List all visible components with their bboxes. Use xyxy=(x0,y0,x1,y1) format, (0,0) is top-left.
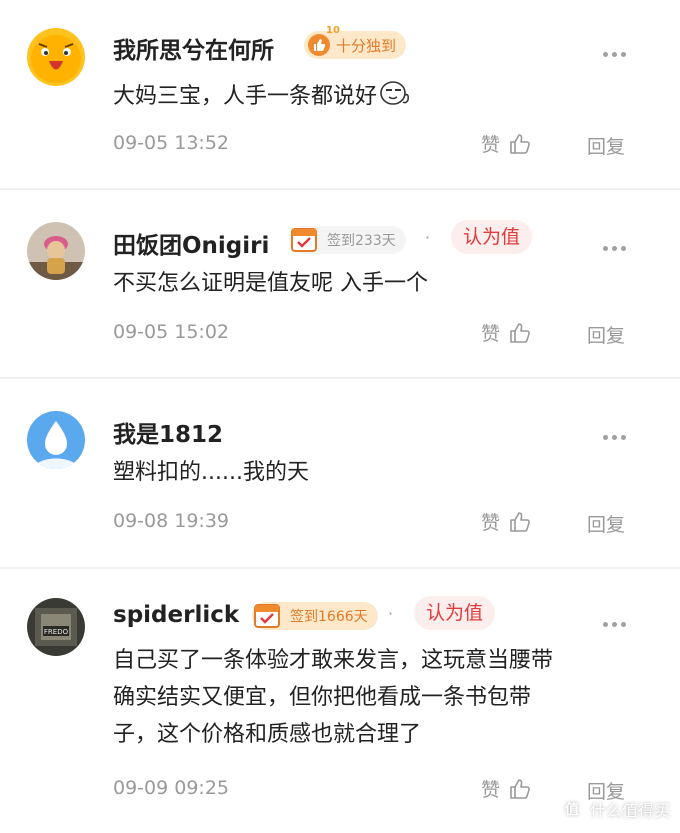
reply-button[interactable]: 回复 xyxy=(587,321,625,348)
avatar[interactable] xyxy=(27,411,85,469)
dot-separator: · xyxy=(425,228,431,247)
dot-separator: · xyxy=(388,604,394,623)
thumbs-up-icon xyxy=(510,511,530,532)
calendar-check-icon xyxy=(291,228,317,252)
username[interactable]: spiderlick xyxy=(113,602,239,628)
comment-text: 大妈三宝，人手一条都说好 xyxy=(113,78,413,115)
sign-in-badge: 签到1666天 xyxy=(252,602,378,630)
comment-text: 塑料扣的......我的天 xyxy=(113,454,309,491)
avatar[interactable] xyxy=(27,222,85,280)
comment-time: 09-09 09:25 xyxy=(113,777,230,799)
comment-line: 自己买了一条体验才敢来发言，这玩意当腰带 xyxy=(113,648,554,673)
username[interactable]: 我是1812 xyxy=(113,415,223,449)
thumbs-up-icon xyxy=(510,322,530,343)
user-photo-avatar-icon xyxy=(27,222,85,280)
thumbs-up-icon xyxy=(510,133,530,154)
comment-text: 不买怎么证明是值友呢 入手一个 xyxy=(113,265,428,302)
badge-label: 签到233天 xyxy=(327,233,396,249)
badge-number: 10 xyxy=(326,25,340,36)
user-photo-avatar-icon: FREDO xyxy=(27,598,85,656)
sign-in-badge: 签到233天 xyxy=(289,226,406,254)
site-watermark: 值 什么值得买 xyxy=(560,797,670,821)
username[interactable]: 我所思兮在何所 xyxy=(113,31,274,65)
watermark-text: 什么值得买 xyxy=(590,801,671,820)
comment-3: 我是1812 塑料扣的......我的天 09-08 19:39 赞 回复 xyxy=(0,379,680,567)
avatar[interactable]: FREDO xyxy=(27,598,85,656)
comment-4: FREDO spiderlick 签到1666天 · 认为值 自己买了一条体验才… xyxy=(0,569,680,833)
comment-line: 子，这个价格和质感也就合理了 xyxy=(113,722,422,747)
thumbs-up-icon xyxy=(510,778,530,799)
calendar-check-icon xyxy=(254,604,280,628)
like-button[interactable]: 赞 xyxy=(481,319,532,346)
reply-button[interactable]: 回复 xyxy=(587,510,625,537)
default-user-avatar-icon xyxy=(27,411,85,469)
expert-badge: 10 十分独到 xyxy=(304,25,407,59)
watermark-logo-icon: 值 xyxy=(560,797,584,821)
comment-text: 自己买了一条体验才敢来发言，这玩意当腰带 确实结实又便宜，但你把他看成一条书包带… xyxy=(113,642,553,753)
reply-button[interactable]: 回复 xyxy=(587,132,625,159)
worth-tag: 认为值 xyxy=(414,596,496,630)
like-button[interactable]: 赞 xyxy=(481,130,532,157)
comment-1: 我所思兮在何所 10 十分独到 大妈三宝，人手一条都说好 09-05 13:52… xyxy=(0,0,680,188)
like-label: 赞 xyxy=(481,512,501,534)
like-button[interactable]: 赞 xyxy=(481,508,532,535)
like-label: 赞 xyxy=(481,779,501,801)
comment-line: 大妈三宝，人手一条都说好 xyxy=(113,84,378,109)
thumbs-up-badge-icon xyxy=(308,34,330,56)
emoji-avatar-icon xyxy=(27,28,85,86)
avatar-text: FREDO xyxy=(44,628,69,636)
username[interactable]: 田饭团Onigiri xyxy=(113,226,269,260)
smirk-emoji-icon xyxy=(380,81,409,105)
comment-2: 田饭团Onigiri 签到233天 · 认为值 不买怎么证明是值友呢 入手一个 … xyxy=(0,190,680,377)
more-options-icon[interactable] xyxy=(603,235,630,256)
comment-time: 09-08 19:39 xyxy=(113,510,230,532)
more-options-icon[interactable] xyxy=(603,424,630,445)
like-label: 赞 xyxy=(481,134,501,156)
badge-label: 十分独到 xyxy=(336,36,397,55)
like-label: 赞 xyxy=(481,323,501,345)
comment-line: 确实结实又便宜，但你把他看成一条书包带 xyxy=(113,685,532,710)
avatar[interactable] xyxy=(27,28,85,86)
badge-label: 签到1666天 xyxy=(290,609,368,625)
more-options-icon[interactable] xyxy=(603,611,630,632)
like-button[interactable]: 赞 xyxy=(481,775,532,802)
comment-time: 09-05 15:02 xyxy=(113,321,230,343)
more-options-icon[interactable] xyxy=(603,41,630,62)
comment-line: 塑料扣的......我的天 xyxy=(113,460,309,485)
comment-line: 不买怎么证明是值友呢 入手一个 xyxy=(113,271,428,296)
worth-tag: 认为值 xyxy=(451,220,533,254)
comment-time: 09-05 13:52 xyxy=(113,132,230,154)
